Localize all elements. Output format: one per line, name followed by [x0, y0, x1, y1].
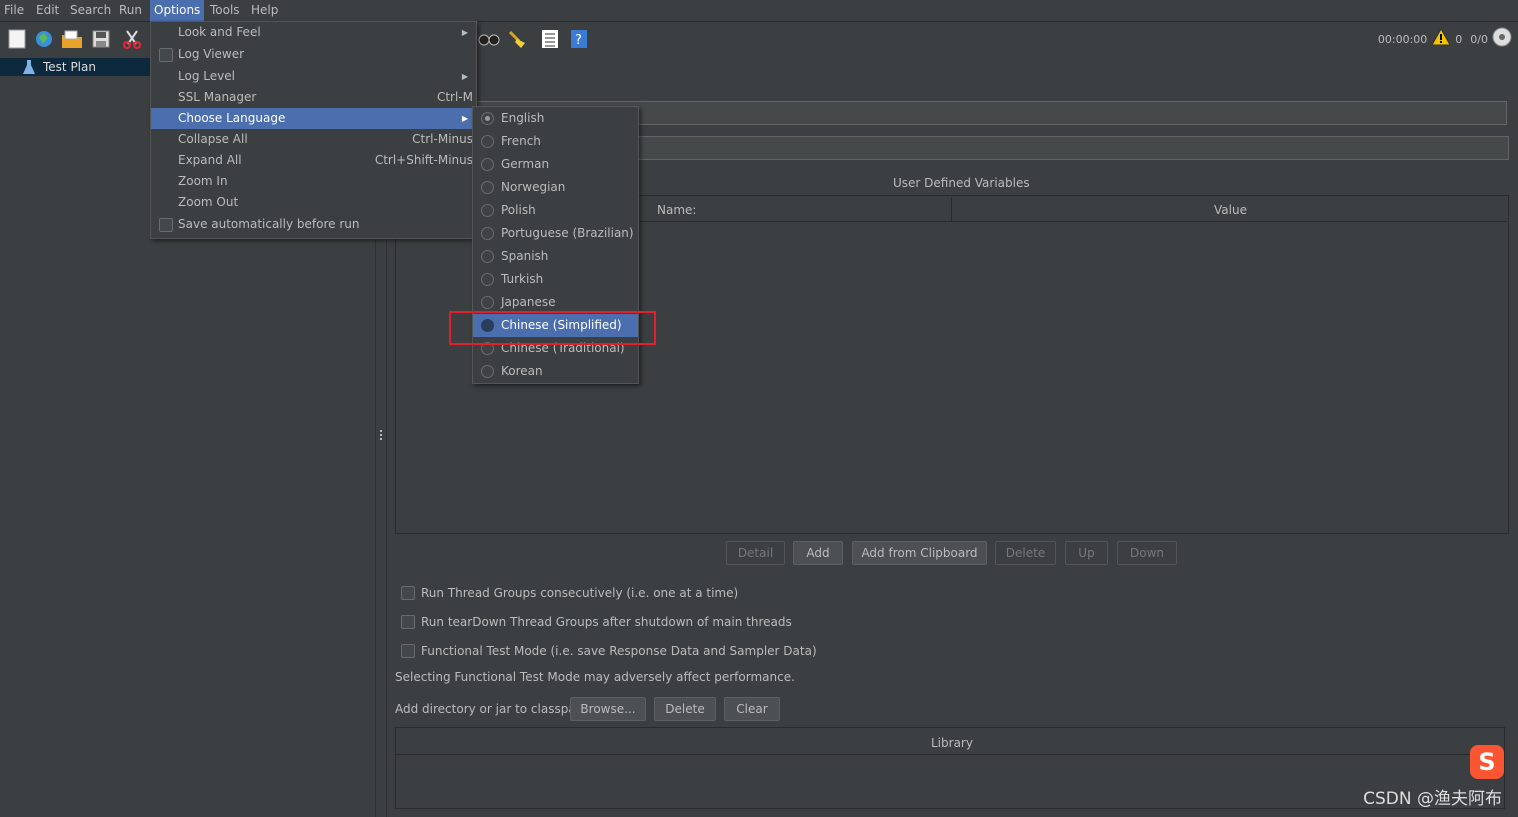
lang-french[interactable]: French: [473, 130, 638, 153]
run-consecutively-checkbox[interactable]: [401, 586, 415, 600]
menu-item-ssl-manager[interactable]: SSL Manager Ctrl-M: [151, 87, 476, 108]
function-helper-icon[interactable]: [539, 28, 561, 50]
down-button[interactable]: Down: [1117, 541, 1177, 565]
menu-item-log-level[interactable]: Log Level ▶: [151, 66, 476, 87]
teardown-checkbox[interactable]: [401, 615, 415, 629]
help-icon[interactable]: ?: [568, 28, 590, 50]
menu-item-save-before-run[interactable]: Save automatically before run: [151, 214, 476, 235]
menu-item-zoom-out[interactable]: Zoom Out: [151, 192, 476, 213]
lang-polish[interactable]: Polish: [473, 199, 638, 222]
detail-button[interactable]: Detail: [726, 541, 785, 565]
menu-item-look-and-feel[interactable]: Look and Feel ▶: [151, 22, 476, 43]
watermark-text: CSDN @渔夫阿布: [1363, 789, 1502, 809]
menu-item-expand-all[interactable]: Expand All Ctrl+Shift-Minus: [151, 150, 476, 171]
menu-item-collapse-all[interactable]: Collapse All Ctrl-Minus: [151, 129, 476, 150]
up-button[interactable]: Up: [1065, 541, 1108, 565]
menu-search[interactable]: Search: [66, 0, 115, 21]
open-icon[interactable]: [61, 28, 83, 50]
search-binoculars-icon[interactable]: [478, 28, 500, 50]
functional-mode-checkbox[interactable]: [401, 644, 415, 658]
lang-english[interactable]: English: [473, 107, 638, 130]
menu-item-zoom-in[interactable]: Zoom In: [151, 171, 476, 192]
library-table-header[interactable]: Library: [396, 728, 1504, 755]
library-header-label: Library: [931, 736, 973, 750]
delete-variable-button[interactable]: Delete: [995, 541, 1056, 565]
udv-col-value-label: Value: [1214, 203, 1247, 217]
functional-mode-note: Selecting Functional Test Mode may adver…: [395, 670, 795, 684]
menu-run[interactable]: Run: [115, 0, 146, 21]
clear-classpath-button[interactable]: Clear: [724, 697, 780, 721]
library-table[interactable]: Library: [395, 727, 1505, 809]
lang-korean[interactable]: Korean: [473, 360, 638, 383]
clear-broom-icon[interactable]: [506, 28, 528, 50]
warning-icon[interactable]: [1431, 27, 1452, 53]
menu-edit[interactable]: Edit: [32, 0, 63, 21]
menu-file[interactable]: File: [0, 0, 28, 21]
lang-german[interactable]: German: [473, 153, 638, 176]
save-before-run-checkbox[interactable]: [159, 218, 173, 232]
lang-spanish[interactable]: Spanish: [473, 245, 638, 268]
thread-count: 0/0: [1470, 33, 1488, 46]
warning-count: 0: [1455, 33, 1463, 46]
menu-tools[interactable]: Tools: [206, 0, 244, 21]
menu-bar: File Edit Search Run Options Tools Help: [0, 0, 1518, 22]
browse-button[interactable]: Browse...: [570, 697, 646, 721]
options-menu: Look and Feel ▶ Log Viewer Log Level ▶ SSL…: [150, 21, 477, 239]
elapsed-timer: 00:00:00: [1377, 33, 1428, 46]
tree-item-label: Test Plan: [43, 60, 96, 74]
functional-mode-label: Functional Test Mode (i.e. save Response…: [421, 644, 817, 658]
remote-start-icon[interactable]: [1492, 27, 1512, 54]
classpath-label: Add directory or jar to classpath: [395, 702, 589, 716]
lang-portuguese-brazilian[interactable]: Portuguese (Brazilian): [473, 222, 638, 245]
udv-col-value[interactable]: Value: [952, 197, 1507, 221]
templates-icon[interactable]: [33, 28, 55, 50]
test-plan-flask-icon: [23, 59, 35, 78]
delete-classpath-button[interactable]: Delete: [654, 697, 716, 721]
cut-icon[interactable]: [121, 28, 143, 50]
udv-title: User Defined Variables: [893, 176, 1030, 190]
svg-text:?: ?: [575, 33, 582, 48]
tree-item-test-plan[interactable]: Test Plan: [0, 58, 150, 76]
menu-help[interactable]: Help: [247, 0, 282, 21]
add-button[interactable]: Add: [793, 541, 843, 565]
run-consecutively-label: Run Thread Groups consecutively (i.e. on…: [421, 586, 739, 600]
log-viewer-checkbox[interactable]: [159, 48, 173, 62]
save-icon[interactable]: [90, 28, 112, 50]
csdn-logo-icon: S: [1470, 745, 1504, 779]
status-area: 00:00:00 0 0/0: [1377, 27, 1512, 53]
udv-col-name-label: Name:: [657, 203, 697, 217]
menu-options[interactable]: Options: [150, 0, 205, 21]
add-from-clipboard-button[interactable]: Add from Clipboard: [852, 541, 987, 565]
lang-norwegian[interactable]: Norwegian: [473, 176, 638, 199]
teardown-label: Run tearDown Thread Groups after shutdow…: [421, 615, 792, 629]
menu-item-log-viewer[interactable]: Log Viewer: [151, 44, 476, 65]
test-plan-tree: [0, 56, 150, 817]
new-icon[interactable]: [6, 28, 28, 50]
lang-turkish[interactable]: Turkish: [473, 268, 638, 291]
menu-item-choose-language[interactable]: Choose Language ▶: [151, 108, 476, 129]
highlight-annotation-box: [449, 311, 656, 345]
